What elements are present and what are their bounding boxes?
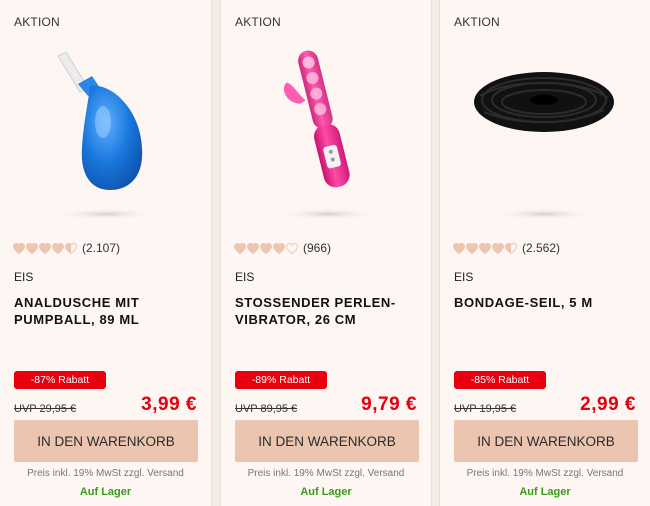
product-card[interactable]: AKTION (2.562) EIS BONDAGE-SEIL, 5 M -85… bbox=[439, 0, 650, 506]
product-title[interactable]: STOSSENDER PERLEN-VIBRATOR, 26 CM bbox=[235, 294, 420, 328]
product-card[interactable]: AKTION (966) EIS STOSSENDER PERLEN-VIBRA… bbox=[220, 0, 432, 506]
heart-icon bbox=[273, 242, 285, 254]
stock-status: Auf Lager bbox=[300, 486, 352, 498]
brand-label: EIS bbox=[235, 270, 255, 284]
price: 9,79 € bbox=[361, 394, 417, 415]
discount-badge: -87% Rabatt bbox=[14, 371, 106, 389]
heart-icon bbox=[52, 242, 64, 254]
promo-badge: AKTION bbox=[14, 15, 60, 29]
price: 3,99 € bbox=[141, 394, 197, 415]
enema-bulb-image[interactable] bbox=[0, 38, 211, 228]
review-count[interactable]: (966) bbox=[303, 241, 331, 255]
uvp-price: UVP 89,95 € bbox=[235, 403, 298, 415]
heart-icon bbox=[466, 242, 478, 254]
stock-status: Auf Lager bbox=[79, 486, 132, 498]
heart-icon bbox=[479, 242, 491, 254]
brand-label: EIS bbox=[454, 270, 474, 284]
price-note: Preis inkl. 19% MwSt zzgl. Versand bbox=[247, 468, 405, 479]
heart-icon bbox=[453, 242, 465, 254]
price: 2,99 € bbox=[580, 394, 636, 415]
add-to-cart-button[interactable]: IN DEN WARENKORB bbox=[454, 420, 638, 462]
uvp-price: UVP 19,95 € bbox=[454, 403, 517, 415]
brand-label: EIS bbox=[14, 270, 34, 284]
rating-hearts bbox=[234, 242, 298, 254]
pink-vibrator-image[interactable] bbox=[221, 38, 431, 228]
product-title[interactable]: BONDAGE-SEIL, 5 M bbox=[454, 294, 639, 311]
product-title[interactable]: ANALDUSCHE MIT PUMPBALL, 89 ML bbox=[14, 294, 199, 328]
price-note: Preis inkl. 19% MwSt zzgl. Versand bbox=[466, 468, 624, 479]
heart-icon bbox=[26, 242, 38, 254]
promo-badge: AKTION bbox=[454, 15, 500, 29]
rating-hearts bbox=[13, 242, 77, 254]
heart-icon bbox=[492, 242, 504, 254]
product-card[interactable]: AKTION (2.107) EIS ANALDUSCHE MIT PUMPBA… bbox=[0, 0, 212, 506]
promo-badge: AKTION bbox=[235, 15, 281, 29]
rating-hearts bbox=[453, 242, 517, 254]
heart-icon bbox=[260, 242, 272, 254]
add-to-cart-button[interactable]: IN DEN WARENKORB bbox=[14, 420, 198, 462]
heart-icon bbox=[39, 242, 51, 254]
heart-icon bbox=[505, 242, 517, 254]
heart-icon bbox=[286, 242, 298, 254]
stock-status: Auf Lager bbox=[519, 486, 571, 498]
add-to-cart-button[interactable]: IN DEN WARENKORB bbox=[235, 420, 419, 462]
discount-badge: -85% Rabatt bbox=[454, 371, 546, 389]
heart-icon bbox=[247, 242, 259, 254]
heart-icon bbox=[234, 242, 246, 254]
heart-icon bbox=[65, 242, 77, 254]
review-count[interactable]: (2.107) bbox=[82, 241, 120, 255]
rating: (2.107) bbox=[13, 241, 120, 255]
discount-badge: -89% Rabatt bbox=[235, 371, 327, 389]
price-note: Preis inkl. 19% MwSt zzgl. Versand bbox=[27, 468, 184, 479]
rating: (966) bbox=[234, 241, 331, 255]
black-rope-image[interactable] bbox=[440, 38, 650, 228]
uvp-price: UVP 29,95 € bbox=[14, 403, 77, 415]
review-count[interactable]: (2.562) bbox=[522, 241, 560, 255]
heart-icon bbox=[13, 242, 25, 254]
rating: (2.562) bbox=[453, 241, 560, 255]
